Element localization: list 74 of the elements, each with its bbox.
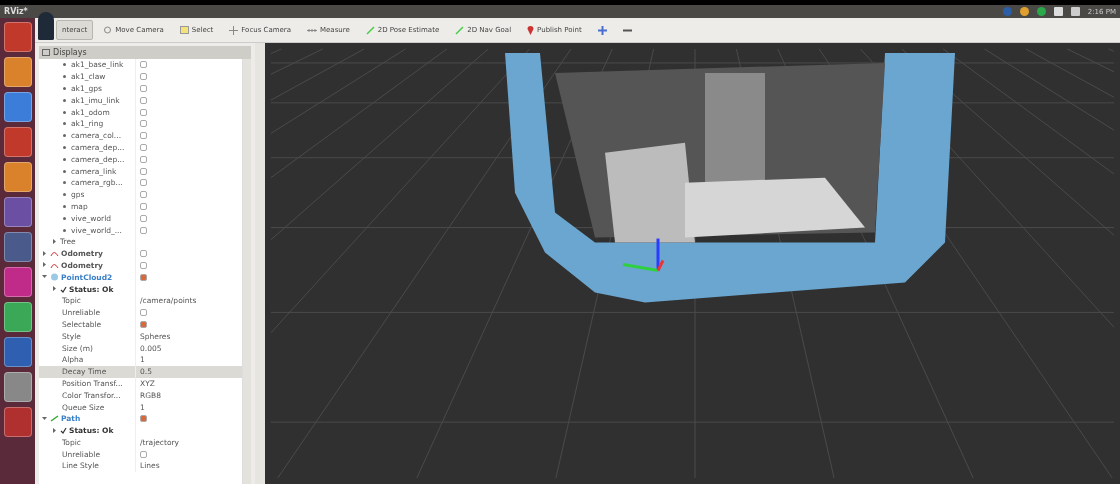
collapsed-arrow-icon[interactable] (42, 262, 48, 269)
bullet-icon (63, 181, 66, 185)
app-launcher-icon[interactable] (3, 232, 32, 262)
window-title: RViz* (4, 7, 28, 16)
check-icon (60, 427, 67, 435)
expanded-arrow-icon[interactable] (42, 415, 48, 422)
minus-icon (622, 27, 632, 33)
camera-move-icon (103, 26, 113, 34)
bullet-icon (63, 169, 66, 173)
app-launcher-icon[interactable] (3, 92, 32, 122)
checkbox[interactable] (140, 167, 147, 175)
axis-drawing (622, 238, 665, 272)
checkbox[interactable] (140, 309, 147, 317)
checkbox[interactable] (140, 61, 147, 69)
checkbox[interactable] (140, 120, 147, 128)
checkbox[interactable] (140, 226, 147, 234)
bullet-icon (63, 98, 66, 102)
app-launcher-icon[interactable] (3, 57, 32, 87)
bullet-icon (63, 216, 66, 220)
checkbox[interactable] (140, 191, 147, 199)
app-launcher-icon[interactable] (3, 22, 32, 52)
line-icon (50, 415, 59, 423)
checkbox[interactable] (140, 202, 147, 210)
checkbox[interactable] (140, 155, 147, 163)
app-launcher-icon[interactable] (3, 302, 32, 332)
checkbox[interactable] (140, 250, 147, 258)
crosshair-icon (229, 25, 239, 35)
checkbox[interactable] (140, 85, 147, 92)
checkbox[interactable] (140, 320, 147, 328)
app-launcher-icon[interactable] (3, 197, 32, 227)
scrollbar[interactable] (242, 59, 251, 484)
bullet-icon (63, 204, 66, 208)
checkbox[interactable] (140, 132, 147, 140)
checkbox[interactable] (140, 214, 147, 222)
ruler-icon (307, 27, 317, 33)
bullet-icon (63, 145, 66, 149)
check-icon (60, 285, 67, 293)
app-launcher-icon[interactable] (3, 337, 32, 367)
collapsed-arrow-icon[interactable] (52, 286, 58, 293)
bullet-icon (63, 75, 66, 79)
plus-icon (597, 25, 607, 35)
checkbox[interactable] (140, 273, 147, 281)
app-launcher-icon[interactable] (3, 372, 32, 402)
bullet-icon (63, 63, 66, 67)
cursor-shape (38, 12, 54, 40)
panel-title: Displays (53, 48, 87, 57)
bullet-icon (63, 110, 66, 114)
bullet-icon (63, 134, 66, 138)
app-launcher-icon[interactable] (3, 407, 32, 437)
collapsed-arrow-icon[interactable] (52, 427, 58, 434)
checkbox[interactable] (140, 108, 147, 116)
bullet-icon (63, 87, 66, 90)
app-launcher-icon[interactable] (3, 267, 32, 297)
bullet-icon (63, 157, 66, 161)
app-launcher-icon[interactable] (3, 162, 32, 192)
checkbox[interactable] (140, 179, 147, 187)
battery-icon[interactable] (1070, 7, 1080, 16)
checkbox[interactable] (140, 261, 147, 269)
bullet-icon (63, 228, 66, 232)
checkbox[interactable] (140, 73, 147, 81)
checkbox[interactable] (140, 415, 147, 423)
selection-square-icon (179, 26, 189, 34)
bullet-icon (63, 122, 66, 126)
point-cloud-icon (50, 273, 59, 282)
monitor-icon (42, 48, 50, 57)
checkbox[interactable] (140, 450, 147, 458)
checkbox[interactable] (140, 143, 147, 151)
expanded-arrow-icon[interactable] (42, 274, 48, 281)
app-launcher-icon[interactable] (3, 127, 32, 157)
bullet-icon (63, 193, 66, 197)
checkbox[interactable] (140, 96, 147, 104)
collapsed-arrow-icon[interactable] (52, 238, 58, 245)
map-pin-icon (527, 25, 535, 35)
collapsed-arrow-icon[interactable] (42, 250, 48, 257)
